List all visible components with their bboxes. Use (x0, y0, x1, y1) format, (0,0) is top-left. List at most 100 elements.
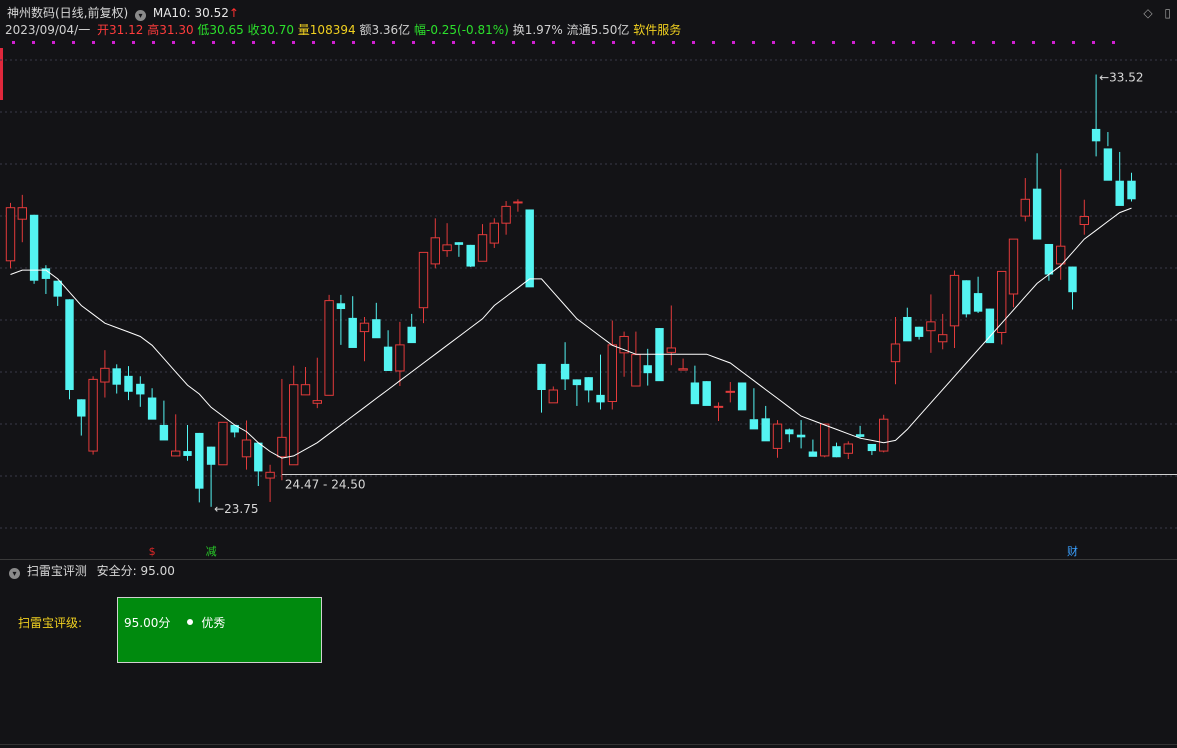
candles (5, 74, 1136, 507)
candle (1103, 132, 1113, 181)
top-dot (1072, 41, 1075, 44)
panel-icon[interactable]: ▯ (1164, 6, 1171, 20)
candle-body (183, 451, 192, 456)
candle-body (749, 419, 759, 430)
open-label: 开31.12 (97, 23, 144, 37)
candle (348, 296, 357, 348)
candle (17, 194, 27, 243)
top-dot (432, 41, 435, 44)
top-dot (1032, 41, 1035, 44)
candle (454, 242, 464, 257)
top-dot (552, 41, 555, 44)
candle-body (29, 214, 39, 281)
dot-icon (187, 619, 194, 625)
rating-box: 95.00分 优秀 (117, 597, 322, 663)
candle-body (537, 363, 546, 390)
candle (666, 305, 676, 366)
candle (572, 379, 582, 406)
candle-body (312, 400, 323, 404)
candle (1056, 169, 1066, 280)
candle (513, 199, 523, 212)
candle-body (442, 244, 452, 252)
candle (77, 399, 86, 436)
event-marker: 减 (206, 545, 217, 558)
candle-body (607, 344, 617, 403)
candle-body (761, 418, 770, 442)
candle-body (772, 423, 783, 449)
candle (195, 432, 204, 503)
candle (903, 307, 912, 342)
sector-link[interactable]: 软件服务 (633, 23, 681, 37)
candle (501, 201, 511, 235)
candle (1032, 153, 1042, 240)
candle (1008, 238, 1019, 308)
candle-body (560, 363, 570, 380)
candle (772, 420, 783, 458)
rating-label: 扫雷宝评级: (18, 616, 83, 630)
candle-body (5, 207, 16, 262)
candle (749, 388, 759, 430)
candle (407, 313, 416, 344)
candle (631, 331, 641, 387)
candle (855, 425, 865, 438)
candle-body (489, 222, 500, 244)
candle (785, 428, 794, 443)
top-dot (492, 41, 495, 44)
candle-body (372, 319, 381, 339)
date-label: 2023/09/04/一 (5, 23, 91, 37)
top-dot (952, 41, 955, 44)
chevron-down-icon[interactable]: ▾ (9, 568, 20, 579)
candle-body (808, 451, 818, 457)
top-dot (732, 41, 735, 44)
candle-body (159, 424, 169, 441)
candle (430, 218, 441, 269)
candle (100, 350, 110, 398)
top-dot (652, 41, 655, 44)
top-dot (32, 41, 35, 44)
top-dot (772, 41, 775, 44)
candle-body (112, 368, 121, 385)
candle-body (938, 334, 948, 343)
top-dot (632, 41, 635, 44)
top-dot (872, 41, 875, 44)
candle (88, 376, 98, 455)
candle-body (265, 471, 275, 479)
chevron-down-icon[interactable]: ▾ (135, 10, 147, 21)
candle-body (843, 443, 853, 454)
candle (796, 420, 806, 449)
candle-body (1020, 198, 1030, 217)
rating-text: 优秀 (201, 616, 226, 630)
volume-label: 量108394 (297, 23, 356, 37)
candle-body (418, 251, 429, 309)
top-dots (12, 41, 1115, 44)
top-dot (1112, 41, 1115, 44)
candlestick-chart[interactable]: 24.47 - 24.50 ←33.52 ←23.75 $ 减 财 (0, 40, 1177, 559)
candle (289, 365, 299, 466)
candle-body (430, 237, 441, 265)
indicator-title[interactable]: 扫雷宝评测 (27, 564, 87, 578)
top-dot (452, 41, 455, 44)
candle-body (136, 383, 145, 395)
candle (702, 381, 711, 406)
top-dot (12, 41, 15, 44)
candle-body (218, 421, 228, 466)
bottom-border (0, 744, 1177, 745)
candle (949, 270, 960, 348)
candle-body (124, 375, 133, 392)
rating-score: 95.00分 (124, 616, 171, 630)
candle-body (962, 280, 971, 315)
candle (879, 414, 889, 453)
candle (926, 294, 936, 353)
stock-name[interactable]: 神州数码(日线,前复权) (7, 6, 128, 20)
candle (124, 366, 133, 401)
candle-body (1008, 238, 1019, 295)
candle (136, 376, 145, 407)
candle (1115, 151, 1124, 206)
candle-body (77, 399, 86, 417)
diamond-icon[interactable]: ◇ (1143, 6, 1152, 20)
candle-body (1115, 180, 1124, 206)
turnover-label: 换1.97% (512, 23, 563, 37)
close-label: 收30.70 (247, 23, 294, 37)
candle (938, 313, 948, 350)
candle-body (737, 382, 747, 411)
